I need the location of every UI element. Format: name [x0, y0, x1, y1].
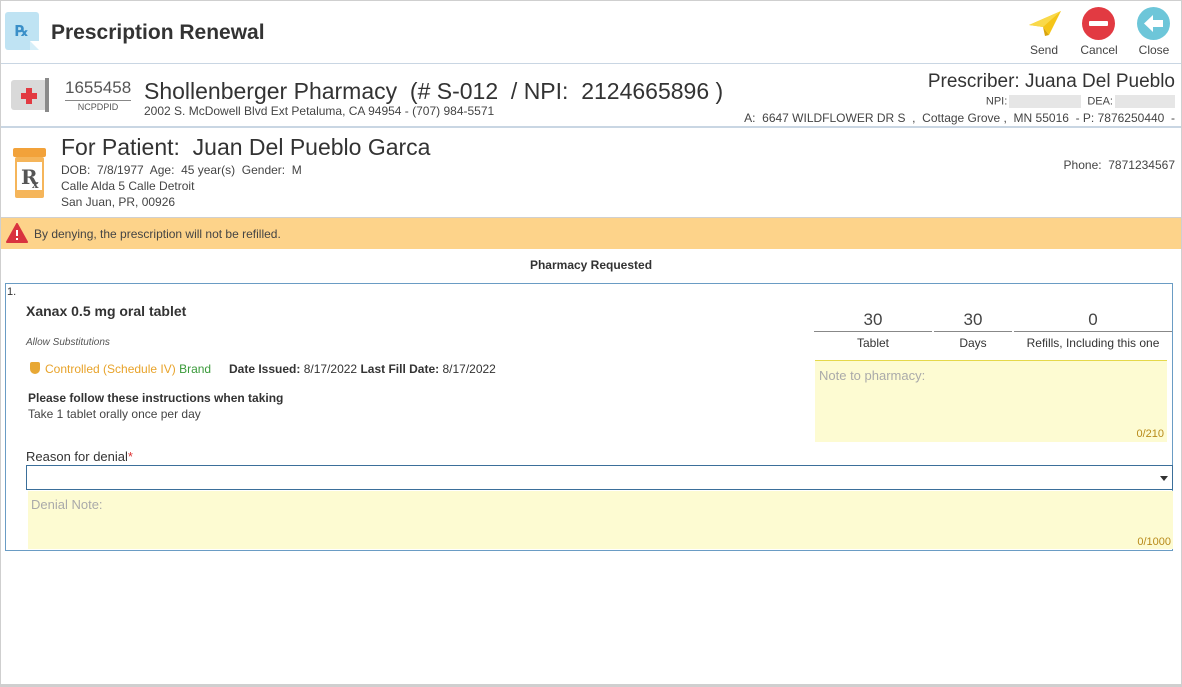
cancel-button[interactable]: Cancel: [1076, 7, 1122, 59]
app-header: ℞ Prescription Renewal Send Cancel Close: [1, 1, 1181, 64]
cancel-circle-icon: [1082, 7, 1115, 40]
denial-reason-text: Reason for denial: [26, 449, 128, 464]
days-label: Days: [959, 336, 987, 350]
svg-text:x: x: [32, 178, 39, 191]
patient-section: R x For Patient: Juan Del Pueblo Garca D…: [1, 129, 1181, 218]
pharmacy-note-placeholder: Note to pharmacy:: [819, 368, 926, 383]
denial-reason-select[interactable]: [26, 465, 1173, 490]
pharmacy-section: 1655458 NCPDPID Shollenberger Pharmacy (…: [1, 64, 1181, 128]
pharmacy-cross-icon: [11, 78, 49, 112]
medication-card: 1. Xanax 0.5 mg oral tablet Allow Substi…: [5, 283, 1173, 551]
dea-label: DEA:: [1087, 95, 1113, 108]
prescriber-address: A: 6647 WILDFLOWER DR S , Cottage Grove …: [744, 111, 1175, 125]
pharmacy-note-field[interactable]: Note to pharmacy: 0/210: [815, 360, 1167, 442]
close-label: Close: [1138, 43, 1170, 57]
paper-plane-icon: [1029, 11, 1061, 36]
ncpdp-id: 1655458: [65, 78, 131, 101]
controlled-badge: Controlled (Schedule IV) Brand: [45, 362, 211, 376]
days-value: 30: [934, 310, 1012, 332]
medication-name: Xanax 0.5 mg oral tablet: [26, 303, 187, 319]
instructions-text: Take 1 tablet orally once per day: [28, 407, 201, 421]
page-title: Prescription Renewal: [51, 21, 265, 44]
instructions-heading: Please follow these instructions when ta…: [28, 391, 284, 405]
controlled-shield-icon: [30, 362, 40, 374]
prescriber-name: Prescriber: Juana Del Pueblo: [927, 71, 1175, 92]
patient-phone: Phone: 7871234567: [1063, 158, 1175, 172]
cancel-label: Cancel: [1080, 43, 1118, 57]
denial-note-counter: 0/1000: [1137, 536, 1171, 548]
pharmacy-note-counter: 0/210: [1136, 428, 1164, 440]
brand-text: Brand: [179, 362, 212, 376]
back-arrow-icon: [1137, 7, 1170, 40]
patient-name: For Patient: Juan Del Pueblo Garca: [61, 134, 431, 160]
pharmacy-address: 2002 S. McDowell Blvd Ext Petaluma, CA 9…: [144, 104, 495, 118]
refills-value: 0: [1014, 310, 1172, 332]
required-mark: *: [127, 449, 133, 464]
quantity-unit: Tablet: [856, 336, 890, 350]
warning-banner: By denying, the prescription will not be…: [1, 218, 1181, 249]
ncpdp-label: NCPDPID: [77, 102, 119, 112]
denial-note-field[interactable]: Denial Note: 0/1000: [28, 491, 1173, 549]
pharmacy-name: Shollenberger Pharmacy (# S-012 / NPI: 2…: [144, 78, 724, 104]
patient-address-line1: Calle Alda 5 Calle Detroit: [61, 179, 195, 193]
substitution-note: Allow Substitutions: [26, 337, 110, 348]
section-title: Pharmacy Requested: [529, 258, 653, 272]
close-button[interactable]: Close: [1131, 7, 1177, 59]
item-number: 1.: [7, 286, 17, 298]
refills-label: Refills, Including this one: [1026, 336, 1160, 350]
date-issued-label: Date Issued:: [229, 362, 301, 376]
send-label: Send: [1029, 43, 1059, 57]
fill-dates: Date Issued: 8/17/2022 Last Fill Date: 8…: [229, 362, 496, 376]
prescriber-ids: NPI: DEA:: [986, 95, 1175, 108]
denial-reason-label: Reason for denial*: [26, 449, 133, 464]
patient-address-line2: San Juan, PR, 00926: [61, 195, 176, 209]
chevron-down-icon[interactable]: [1160, 476, 1168, 481]
warning-triangle-icon: [6, 223, 28, 243]
prescription-rx-icon: ℞: [5, 12, 39, 50]
rx-bottle-icon: R x: [13, 148, 46, 198]
date-issued: 8/17/2022: [303, 362, 358, 376]
dea-redacted: [1115, 95, 1175, 108]
patient-demographics: DOB: 7/8/1977 Age: 45 year(s) Gender: M: [61, 163, 302, 177]
warning-text: By denying, the prescription will not be…: [34, 227, 281, 241]
controlled-text: Controlled (Schedule IV): [45, 362, 176, 376]
last-fill-date: 8/17/2022: [442, 362, 496, 376]
last-fill-label: Last Fill Date:: [360, 362, 440, 376]
quantity-value: 30: [814, 310, 932, 332]
send-button[interactable]: Send: [1021, 7, 1067, 59]
npi-label: NPI:: [985, 95, 1008, 108]
npi-redacted: [1009, 95, 1082, 108]
denial-note-placeholder: Denial Note:: [31, 497, 103, 512]
